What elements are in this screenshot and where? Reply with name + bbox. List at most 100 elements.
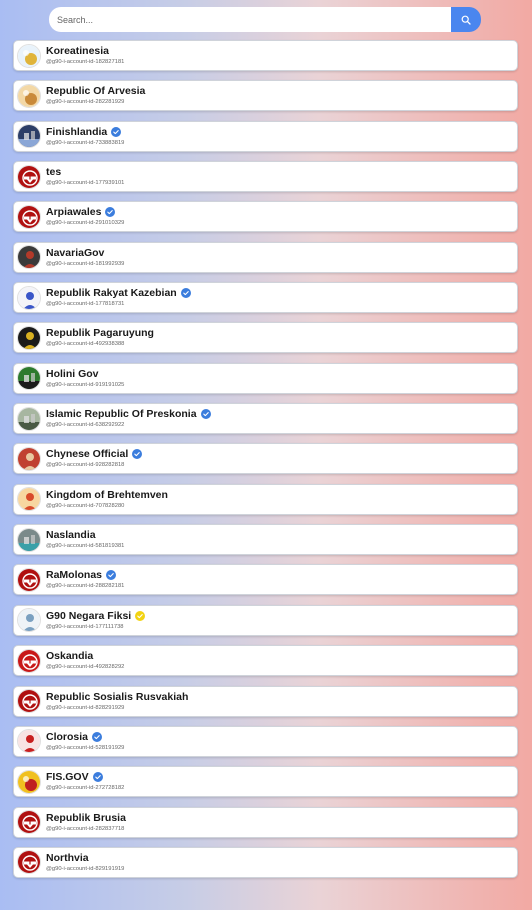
account-info: Islamic Republic Of Preskonia @g90-i-acco… (46, 408, 211, 429)
account-avatar (17, 204, 41, 229)
search-button[interactable] (451, 7, 481, 32)
account-row[interactable]: Arpiawales @g90-i-account-id-291010329 (13, 201, 518, 233)
account-info: G90 Negara Fiksi @g90-i-account-id-177111… (46, 609, 146, 631)
account-info: NavariaGov @g90-i-account-id-181992939 (46, 247, 124, 268)
gold-verified-badge-icon (135, 610, 146, 621)
account-avatar (17, 406, 41, 431)
account-name: FIS.GOV (46, 771, 89, 784)
account-name: Republic Of Arvesia (46, 85, 146, 98)
account-row[interactable]: Chynese Official @g90-i-account-id-928282… (13, 443, 518, 475)
account-handle: @g90-i-account-id-282837718 (46, 825, 125, 832)
account-handle: @g90-i-account-id-707828280 (46, 502, 125, 509)
account-name-line: Koreatinesia (46, 45, 124, 57)
account-avatar (17, 648, 41, 673)
account-name: Kingdom of Brehtemven (46, 488, 168, 501)
account-name-line: Northvia (46, 852, 124, 864)
account-name-line: Republik Brusia (46, 812, 126, 824)
account-name: Northvia (46, 851, 89, 864)
account-name: Republik Pagaruyung (46, 327, 154, 340)
account-row[interactable]: Northvia @g90-i-account-id-829191919 (13, 846, 518, 878)
account-row[interactable]: Republic Of Arvesia @g90-i-account-id-282… (13, 80, 518, 112)
account-row[interactable]: Islamic Republic Of Preskonia @g90-i-acco… (13, 403, 518, 435)
account-info: FIS.GOV @g90-i-account-id-272728182 (46, 771, 124, 792)
account-row[interactable]: Koreatinesia @g90-i-account-id-182827181 (13, 40, 518, 71)
account-row[interactable]: FIS.GOV @g90-i-account-id-272728182 (13, 766, 518, 798)
account-name: Holini Gov (46, 367, 99, 380)
account-row[interactable]: Clorosia @g90-i-account-id-528191929 (13, 725, 518, 757)
account-name: tes (46, 166, 62, 179)
account-avatar (17, 689, 41, 713)
account-handle: @g90-i-account-id-733883819 (46, 139, 125, 146)
account-info: Chynese Official @g90-i-account-id-928282… (46, 448, 143, 469)
account-info: Clorosia @g90-i-account-id-528191929 (46, 731, 124, 752)
account-name-line: Arpiawales (46, 206, 124, 218)
account-handle: @g90-i-account-id-272728182 (46, 785, 125, 792)
account-handle: @g90-i-account-id-282281929 (46, 99, 125, 106)
account-row[interactable]: Finishlandia @g90-i-account-id-733883819 (13, 120, 518, 152)
search-input[interactable] (49, 7, 451, 32)
account-avatar (17, 850, 41, 875)
account-name-line: Holini Gov (46, 368, 124, 380)
account-row[interactable]: tes @g90-i-account-id-177939101 (13, 161, 518, 193)
account-name-line: Republic Of Arvesia (46, 85, 145, 97)
account-name: Naslandia (46, 529, 96, 542)
account-handle: @g90-i-account-id-182827181 (46, 59, 125, 65)
account-info: Arpiawales @g90-i-account-id-291010329 (46, 206, 124, 227)
account-name-line: Islamic Republic Of Preskonia (46, 408, 211, 420)
account-avatar (17, 608, 41, 633)
account-avatar (17, 245, 41, 270)
account-name-line: Republik Rakyat Kazebian (46, 287, 191, 299)
account-handle: @g90-i-account-id-492828292 (46, 664, 125, 671)
account-row[interactable]: Republik Brusia @g90-i-account-id-2828377… (13, 806, 518, 838)
account-handle: @g90-i-account-id-291010329 (46, 220, 125, 227)
account-avatar (17, 487, 41, 512)
verified-badge-icon (106, 570, 117, 581)
account-info: Republik Brusia @g90-i-account-id-2828377… (46, 812, 126, 833)
search-icon (461, 15, 471, 25)
account-handle: @g90-i-account-id-528191929 (46, 744, 125, 751)
account-avatar (17, 164, 41, 189)
account-name-line: Chynese Official (46, 448, 143, 460)
account-name-line: NavariaGov (46, 247, 124, 259)
account-avatar (17, 325, 41, 350)
account-row[interactable]: Holini Gov @g90-i-account-id-919191025 (13, 362, 518, 394)
account-info: Republic Sosialis Rusvakiah @g90-i-accoun… (46, 691, 188, 712)
verified-badge-icon (132, 449, 143, 460)
account-row[interactable]: Republik Pagaruyung @g90-i-account-id-492… (13, 322, 518, 354)
account-row[interactable]: Republic Sosialis Rusvakiah @g90-i-accoun… (13, 685, 518, 717)
account-handle: @g90-i-account-id-177818731 (46, 301, 125, 308)
account-row[interactable]: Kingdom of Brehtemven @g90-i-account-id-7… (13, 483, 518, 515)
account-name: G90 Negara Fiksi (46, 609, 132, 622)
account-name-line: G90 Negara Fiksi (46, 609, 146, 622)
account-info: Koreatinesia @g90-i-account-id-182827181 (46, 45, 124, 66)
account-info: Holini Gov @g90-i-account-id-919191025 (46, 368, 124, 389)
account-row[interactable]: NavariaGov @g90-i-account-id-181992939 (13, 241, 518, 273)
account-name-line: Clorosia (46, 731, 124, 743)
account-row[interactable]: Naslandia @g90-i-account-id-581819381 (13, 524, 518, 556)
account-name: Islamic Republic Of Preskonia (46, 408, 197, 421)
account-info: Northvia @g90-i-account-id-829191919 (46, 852, 124, 873)
account-avatar (17, 43, 41, 68)
verified-badge-icon (92, 772, 103, 783)
account-row[interactable]: RaMolonas @g90-i-account-id-288282181 (13, 564, 518, 596)
account-info: RaMolonas @g90-i-account-id-288282181 (46, 569, 124, 590)
account-avatar (17, 810, 41, 835)
account-name: Koreatinesia (46, 45, 110, 57)
account-row[interactable]: G90 Negara Fiksi @g90-i-account-id-177111… (13, 604, 518, 636)
account-handle: @g90-i-account-id-828291929 (46, 704, 125, 711)
account-row[interactable]: Oskandia @g90-i-account-id-492828292 (13, 645, 518, 677)
verified-badge-icon (92, 731, 103, 742)
account-handle: @g90-i-account-id-638292922 (46, 422, 125, 429)
verified-badge-icon (200, 409, 211, 420)
account-avatar (17, 769, 41, 794)
account-name-line: tes (46, 166, 124, 178)
account-info: Republic Of Arvesia @g90-i-account-id-282… (46, 85, 145, 106)
account-handle: @g90-i-account-id-181992939 (46, 260, 125, 267)
account-avatar (17, 83, 41, 108)
account-name: Republik Rakyat Kazebian (46, 287, 177, 300)
account-name: NavariaGov (46, 246, 105, 259)
account-info: Kingdom of Brehtemven @g90-i-account-id-7… (46, 489, 168, 510)
account-name-line: Naslandia (46, 529, 124, 541)
account-row[interactable]: Republik Rakyat Kazebian @g90-i-account-i… (13, 282, 518, 314)
account-handle: @g90-i-account-id-177939101 (46, 180, 125, 187)
